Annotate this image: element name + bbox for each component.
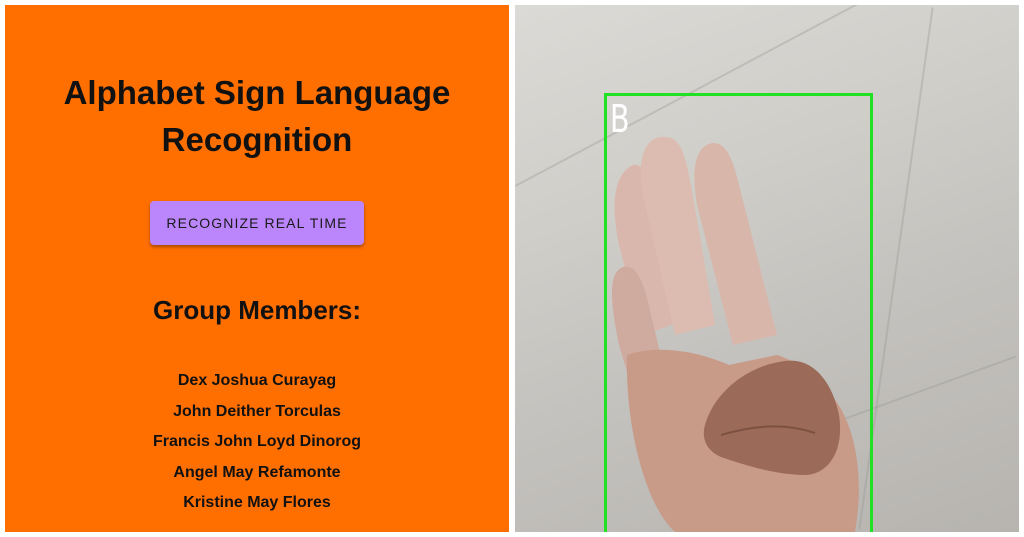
member-name: Kristine May Flores (183, 494, 331, 512)
app-title: Alphabet Sign Language Recognition (5, 69, 509, 163)
members-list: Dex Joshua Curayag John Deither Torculas… (5, 366, 509, 519)
detected-letter-label: B (610, 97, 630, 141)
member-name: Dex Joshua Curayag (177, 372, 337, 389)
detection-bounding-box (604, 93, 873, 532)
app-title-line-2: Recognition (161, 121, 353, 158)
recognize-real-time-button[interactable]: RECOGNIZE REAL TIME (150, 201, 364, 245)
app-title-line-1: Alphabet Sign Language (63, 74, 451, 111)
camera-preview: B (515, 5, 1019, 532)
member-name: John Deither Torculas (173, 402, 341, 420)
info-panel: Alphabet Sign Language Recognition RECOG… (5, 5, 509, 532)
member-name: Angel May Refamonte (173, 463, 341, 481)
group-members-heading: Group Members: (152, 295, 362, 325)
member-name: Francis John Loyd Dinorog (152, 433, 361, 451)
